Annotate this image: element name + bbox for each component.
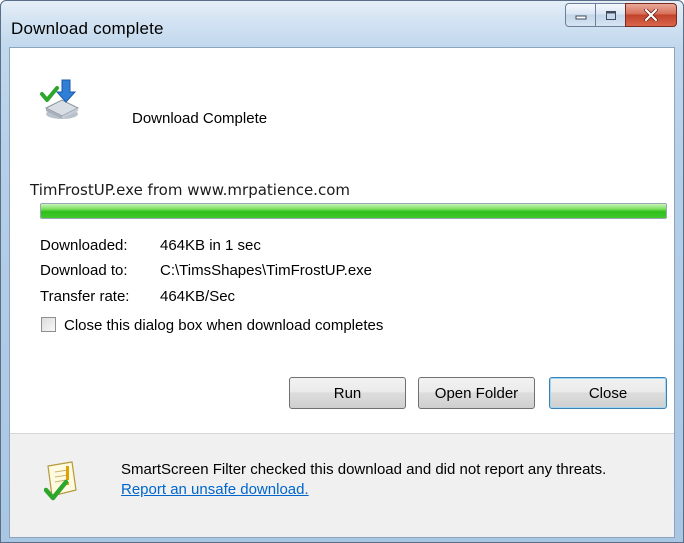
download-status-heading: Download Complete [132, 110, 268, 127]
maximize-icon [605, 10, 616, 20]
close-when-done-checkbox[interactable] [41, 317, 56, 332]
dialog-client-area: Download Complete TimFrostUP.exe from ww… [9, 47, 675, 538]
run-button[interactable]: Run [289, 377, 406, 409]
smartscreen-check-icon [44, 461, 77, 501]
downloaded-value: 464KB in 1 sec [160, 237, 261, 254]
download-complete-icon [40, 79, 80, 119]
maximize-button[interactable] [595, 3, 625, 27]
downloaded-label: Downloaded: [40, 237, 128, 254]
minimize-icon [575, 15, 586, 20]
smartscreen-footer: SmartScreen Filter checked this download… [10, 434, 674, 537]
transfer-rate-value: 464KB/Sec [160, 288, 236, 305]
download-dialog-window: Download complete Download Complete TimF… [0, 0, 684, 543]
download-to-value: C:\TimsShapes\TimFrostUP.exe [160, 262, 372, 279]
close-button[interactable]: Close [549, 377, 667, 409]
close-window-button[interactable] [625, 3, 677, 27]
title-bar[interactable]: Download complete [1, 1, 683, 47]
open-folder-button[interactable]: Open Folder [418, 377, 535, 409]
download-progress-bar [40, 203, 667, 219]
window-title: Download complete [11, 19, 164, 38]
close-when-done-label[interactable]: Close this dialog box when download comp… [64, 317, 383, 334]
smartscreen-message: SmartScreen Filter checked this download… [121, 460, 641, 500]
smartscreen-message-text: SmartScreen Filter checked this download… [121, 461, 607, 478]
minimize-button[interactable] [565, 3, 595, 27]
caption-buttons [565, 3, 677, 27]
report-unsafe-download-link[interactable]: Report an unsafe download. [121, 481, 309, 498]
progress-fill [41, 204, 666, 218]
close-icon [644, 9, 658, 21]
file-source-label: TimFrostUP.exe from www.mrpatience.com [30, 181, 350, 199]
download-to-label: Download to: [40, 262, 128, 279]
transfer-rate-label: Transfer rate: [40, 288, 130, 305]
